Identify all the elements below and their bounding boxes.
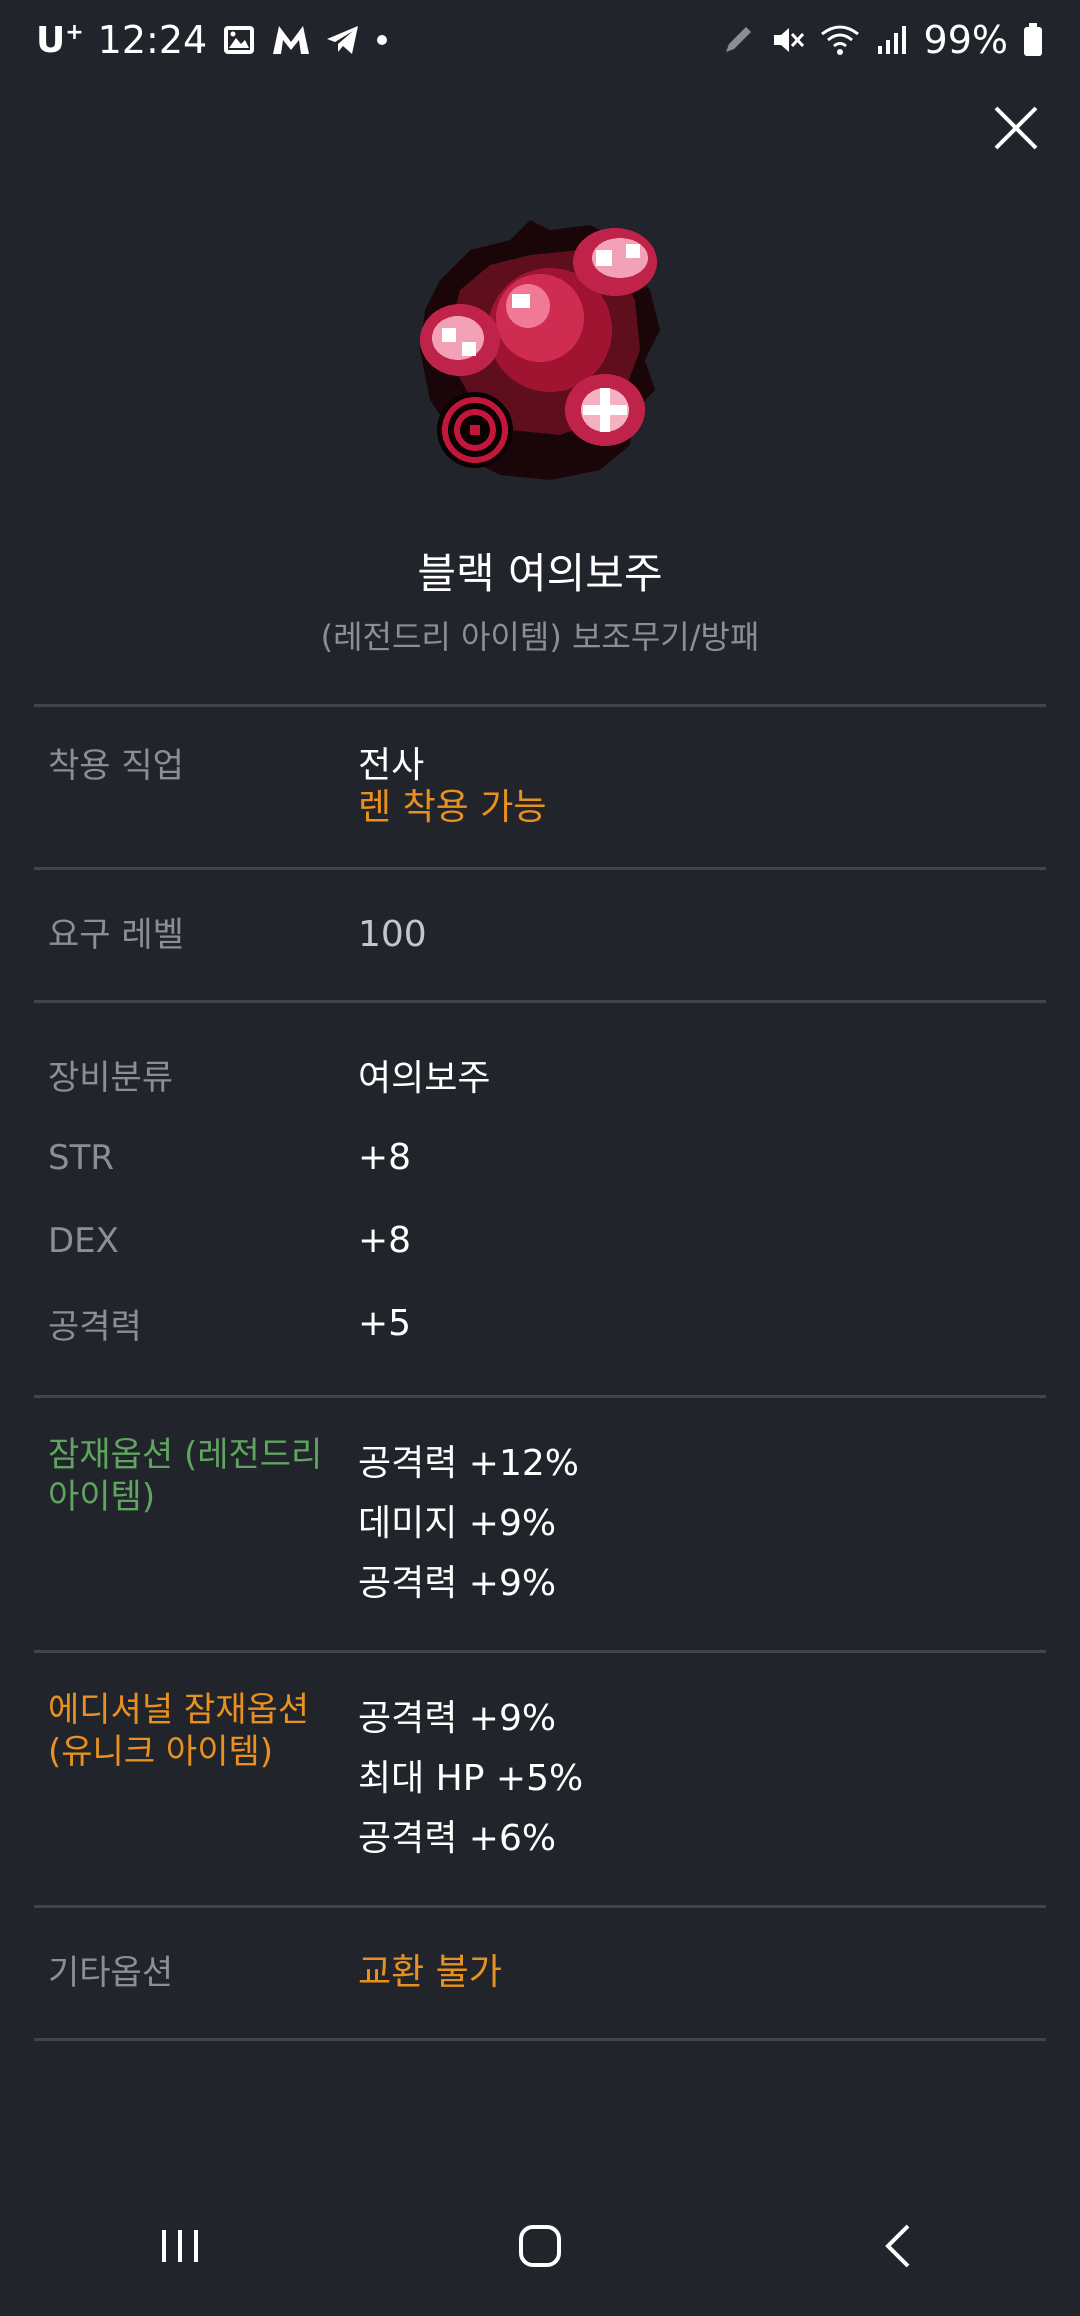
battery-icon: [1024, 23, 1042, 56]
row-str: STR +8: [34, 1116, 1046, 1199]
job-value-group: 전사 렌 착용 가능: [358, 745, 1046, 829]
gallery-icon: [224, 26, 255, 54]
category-label: 장비분류: [48, 1058, 174, 1098]
str-label: STR: [48, 1137, 114, 1178]
row-attack: 공격력 +5: [34, 1282, 1046, 1365]
wifi-icon: [820, 25, 859, 55]
telegram-icon: [327, 26, 359, 54]
row-potential: 잠재옵션 (레전드리 아이템) 공격력 +12% 데미지 +9% 공격력 +9%: [34, 1398, 1046, 1650]
additional-potential-values: 공격력 +9% 최대 HP +5% 공격력 +6%: [358, 1689, 1046, 1869]
divider: [34, 2038, 1046, 2041]
potential-value: 데미지 +9%: [358, 1503, 557, 1544]
level-value: 100: [358, 914, 427, 955]
attack-value: +5: [358, 1303, 412, 1344]
item-subtitle: (레전드리 아이템) 보조무기/방패: [320, 618, 760, 656]
row-level: 요구 레벨 100: [34, 870, 1046, 1000]
attack-label: 공격력: [48, 1307, 142, 1347]
potential-value: 공격력 +9%: [358, 1563, 557, 1604]
status-right: 99%: [720, 18, 1044, 62]
other-options-label: 기타옵션: [48, 1953, 174, 1993]
recent-apps-icon[interactable]: [156, 2222, 204, 2270]
potential-label-line1: 잠재옵션: [48, 1435, 174, 1475]
row-category: 장비분류 여의보주: [34, 1033, 1046, 1116]
pen-icon: [725, 27, 751, 52]
job-label: 착용 직업: [48, 746, 184, 786]
home-icon[interactable]: [516, 2222, 564, 2270]
additional-value: 최대 HP +5%: [358, 1758, 584, 1799]
status-left: U+ 12:24: [36, 18, 389, 62]
row-additional-potential: 에디셔널 잠재옵션 (유니크 아이템) 공격력 +9% 최대 HP +5% 공격…: [34, 1653, 1046, 1905]
back-icon[interactable]: [876, 2222, 924, 2270]
clock: 12:24: [97, 18, 208, 62]
close-icon[interactable]: [988, 100, 1044, 156]
item-image: [420, 220, 660, 480]
level-label: 요구 레벨: [48, 915, 184, 955]
additional-value: 공격력 +9%: [358, 1698, 557, 1739]
job-note: 렌 착용 가능: [358, 787, 547, 828]
navigation-bar: [0, 2176, 1080, 2316]
additional-label-line2: (유니크 아이템): [48, 1732, 274, 1772]
item-name: 블랙 여의보주: [417, 549, 663, 598]
potential-values: 공격력 +12% 데미지 +9% 공격력 +9%: [358, 1434, 1046, 1614]
battery-percent: 99%: [923, 18, 1008, 62]
additional-value: 공격력 +6%: [358, 1818, 557, 1859]
signal-icon: [877, 26, 906, 54]
status-bar: U+ 12:24 99%: [0, 0, 1080, 80]
additional-potential-label: 에디셔널 잠재옵션 (유니크 아이템): [48, 1689, 358, 1869]
dex-value: +8: [358, 1220, 412, 1261]
potential-label: 잠재옵션 (레전드리 아이템): [48, 1434, 358, 1614]
row-other-options: 기타옵션 교환 불가: [34, 1908, 1046, 2038]
str-value: +8: [358, 1137, 412, 1178]
dex-label: DEX: [48, 1220, 119, 1261]
potential-value: 공격력 +12%: [358, 1443, 579, 1484]
mute-icon: [773, 28, 804, 52]
carrier-label: U+: [36, 20, 84, 61]
mail-app-icon: [273, 26, 310, 54]
other-options-value: 교환 불가: [358, 1952, 502, 1993]
notification-dot-icon: [377, 35, 388, 45]
row-job: 착용 직업 전사 렌 착용 가능: [34, 707, 1046, 867]
job-value: 전사: [358, 745, 425, 786]
additional-label-line1: 에디셔널 잠재옵션: [48, 1690, 310, 1730]
row-dex: DEX +8: [34, 1199, 1046, 1282]
carrier-sup: +: [65, 19, 84, 45]
carrier-name: U: [36, 19, 66, 61]
stats-group: 장비분류 여의보주 STR +8 DEX +8 공격력 +5: [34, 1003, 1046, 1395]
item-info-table: 착용 직업 전사 렌 착용 가능 요구 레벨 100 장비분류 여의보주 STR…: [34, 704, 1046, 2041]
category-value: 여의보주: [358, 1057, 491, 1099]
